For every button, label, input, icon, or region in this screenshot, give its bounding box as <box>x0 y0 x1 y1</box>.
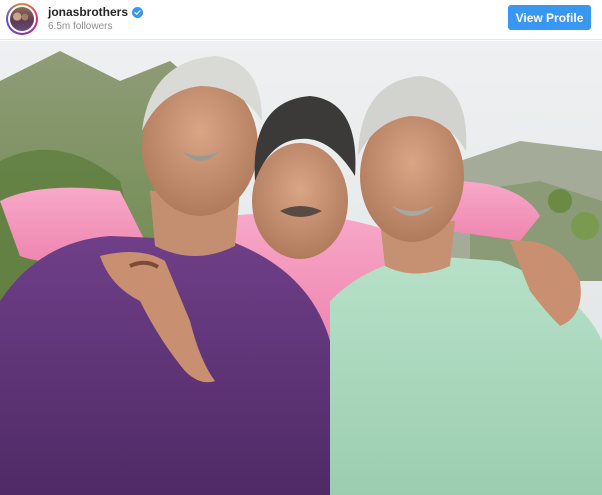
post-header: jonasbrothers 6.5m followers View Profil… <box>0 0 602 40</box>
username[interactable]: jonasbrothers <box>48 5 128 19</box>
photo-illustration <box>0 41 602 495</box>
follower-count: 6.5m followers <box>48 21 113 32</box>
avatar-photo <box>10 7 34 31</box>
profile-avatar[interactable] <box>6 3 38 35</box>
post-photo[interactable] <box>0 41 602 495</box>
account-info: jonasbrothers 6.5m followers <box>48 5 144 32</box>
view-profile-button[interactable]: View Profile <box>508 5 591 30</box>
verified-badge-icon <box>132 6 144 18</box>
